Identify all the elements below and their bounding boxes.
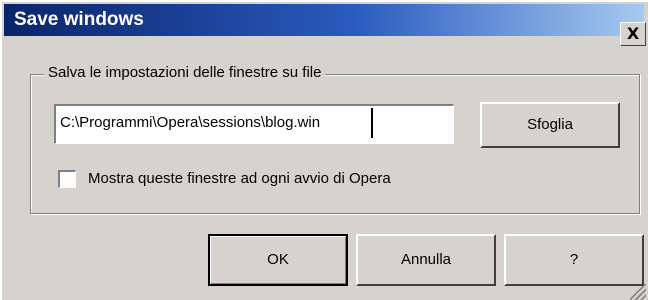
- startup-checkbox[interactable]: [58, 170, 76, 188]
- resize-grip-icon[interactable]: [630, 284, 646, 300]
- help-button[interactable]: ?: [504, 234, 644, 286]
- window-title: Save windows: [14, 9, 144, 30]
- ok-button[interactable]: OK: [208, 234, 348, 286]
- text-cursor: [371, 108, 373, 138]
- group-legend: Salva le impostazioni delle finestre su …: [44, 62, 326, 84]
- cancel-button[interactable]: Annulla: [356, 234, 496, 286]
- title-bar[interactable]: Save windows: [4, 4, 644, 36]
- save-windows-dialog: Save windows X Salva le impostazioni del…: [0, 0, 648, 300]
- file-path-input[interactable]: C:\Programmi\Opera\sessions\blog.win: [54, 104, 454, 144]
- browse-button[interactable]: Sfoglia: [480, 102, 620, 148]
- startup-checkbox-label[interactable]: Mostra queste finestre ad ogni avvio di …: [88, 168, 391, 190]
- close-icon[interactable]: X: [620, 22, 646, 46]
